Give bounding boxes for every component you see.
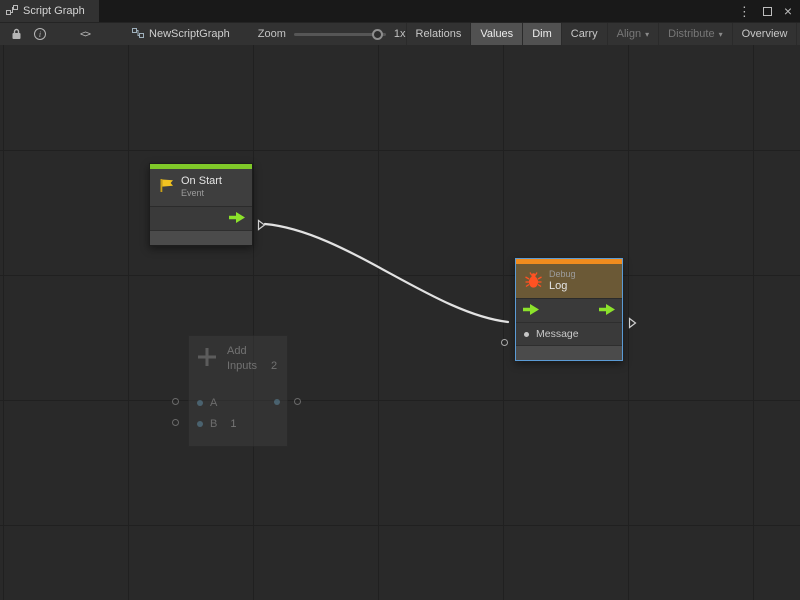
- info-icon[interactable]: i: [28, 23, 52, 46]
- distribute-button[interactable]: Distribute ▾: [658, 23, 731, 46]
- node-title: On Start: [181, 175, 222, 188]
- message-connector-circle[interactable]: [501, 339, 508, 346]
- zoom-slider[interactable]: [294, 33, 386, 36]
- graph-asset-icon: [132, 27, 144, 42]
- trigger-connector-triangle[interactable]: [257, 218, 266, 236]
- flag-icon: [158, 177, 175, 197]
- graph-canvas[interactable]: On Start Event: [0, 45, 800, 600]
- graph-name[interactable]: NewScriptGraph: [132, 27, 230, 42]
- node-footer: [516, 346, 622, 360]
- add-port-rows: A B 1: [189, 392, 287, 434]
- value-input-port-a[interactable]: [197, 400, 203, 406]
- add-titles: Add Inputs 2: [227, 345, 277, 372]
- message-label: Message: [536, 328, 579, 340]
- value-connector-circle[interactable]: [294, 398, 301, 405]
- graph-name-label: NewScriptGraph: [149, 28, 230, 40]
- zoom-slider-knob[interactable]: [372, 29, 383, 40]
- value-connector-circle[interactable]: [172, 398, 179, 405]
- inputs-row: Inputs 2: [227, 360, 277, 372]
- titlebar: Script Graph ⋮ ×: [0, 0, 800, 22]
- message-input-row: Message: [516, 323, 622, 346]
- bug-icon: [524, 271, 543, 292]
- trigger-input-port[interactable]: [523, 304, 539, 318]
- chevron-down-icon: ▾: [719, 30, 723, 39]
- node-title: Log: [549, 280, 576, 293]
- node-footer: [150, 231, 252, 245]
- node-title: Add: [227, 345, 277, 357]
- port-b-label: B: [210, 418, 217, 430]
- titlebar-spacer: [99, 0, 738, 22]
- on-start-header: On Start Event: [150, 169, 252, 207]
- node-add[interactable]: Add Inputs 2 A B: [188, 335, 288, 447]
- code-icon[interactable]: <>: [74, 23, 96, 46]
- trigger-output-row: [150, 207, 252, 231]
- values-button[interactable]: Values: [470, 23, 522, 46]
- trigger-output-port[interactable]: [599, 304, 615, 318]
- port-a-label: A: [210, 397, 217, 409]
- menu-icon[interactable]: ⋮: [738, 5, 751, 18]
- inputs-label: Inputs: [227, 360, 257, 372]
- window-controls: ⋮ ×: [738, 0, 800, 22]
- log-titles: Debug Log: [549, 269, 576, 293]
- zoom-control: Zoom 1x: [258, 28, 406, 40]
- port-row-a: A: [189, 392, 287, 413]
- script-graph-window: Script Graph ⋮ × i <>: [0, 0, 800, 600]
- overview-button[interactable]: Overview: [732, 23, 797, 46]
- trigger-output-port[interactable]: [229, 212, 245, 226]
- node-on-start[interactable]: On Start Event: [149, 163, 253, 246]
- zoom-value: 1x: [394, 28, 406, 40]
- plus-icon: [195, 345, 219, 372]
- node-debug-log[interactable]: Debug Log Message: [515, 258, 623, 361]
- tab-script-graph[interactable]: Script Graph: [0, 0, 99, 22]
- log-header: Debug Log: [516, 264, 622, 299]
- align-label: Align: [617, 28, 641, 40]
- on-start-titles: On Start Event: [181, 175, 222, 199]
- value-output-port[interactable]: [274, 399, 280, 405]
- value-connector-circle[interactable]: [172, 419, 179, 426]
- graph-tab-icon: [6, 4, 18, 19]
- fullscreen-button[interactable]: Full S: [796, 23, 800, 46]
- message-port[interactable]: [524, 332, 529, 337]
- trigger-connector-triangle[interactable]: [628, 316, 637, 334]
- zoom-label: Zoom: [258, 28, 286, 40]
- trigger-row: [516, 299, 622, 323]
- port-row-b: B 1: [189, 413, 287, 434]
- distribute-label: Distribute: [668, 28, 714, 40]
- align-button[interactable]: Align ▾: [607, 23, 658, 46]
- dim-button[interactable]: Dim: [522, 23, 561, 46]
- add-header: Add Inputs 2: [189, 336, 287, 378]
- lock-icon[interactable]: [5, 23, 28, 46]
- port-b-value-field[interactable]: 1: [230, 418, 236, 430]
- carry-button[interactable]: Carry: [561, 23, 607, 46]
- node-subtitle: Event: [181, 188, 222, 199]
- maximize-icon[interactable]: [763, 7, 772, 16]
- value-input-port-b[interactable]: [197, 421, 203, 427]
- ghost-add-node-group: Add Inputs 2 A B: [172, 335, 304, 455]
- toolbar: i <> NewScriptGraph Zoom 1x Relations Va…: [0, 22, 800, 45]
- chevron-down-icon: ▾: [645, 30, 649, 39]
- wires-layer: [0, 45, 800, 600]
- node-category: Debug: [549, 269, 576, 280]
- connection-wire[interactable]: [265, 224, 508, 322]
- close-icon[interactable]: ×: [784, 4, 792, 18]
- tab-label: Script Graph: [23, 5, 85, 17]
- inputs-count-field[interactable]: 2: [271, 360, 277, 372]
- relations-button[interactable]: Relations: [406, 23, 471, 46]
